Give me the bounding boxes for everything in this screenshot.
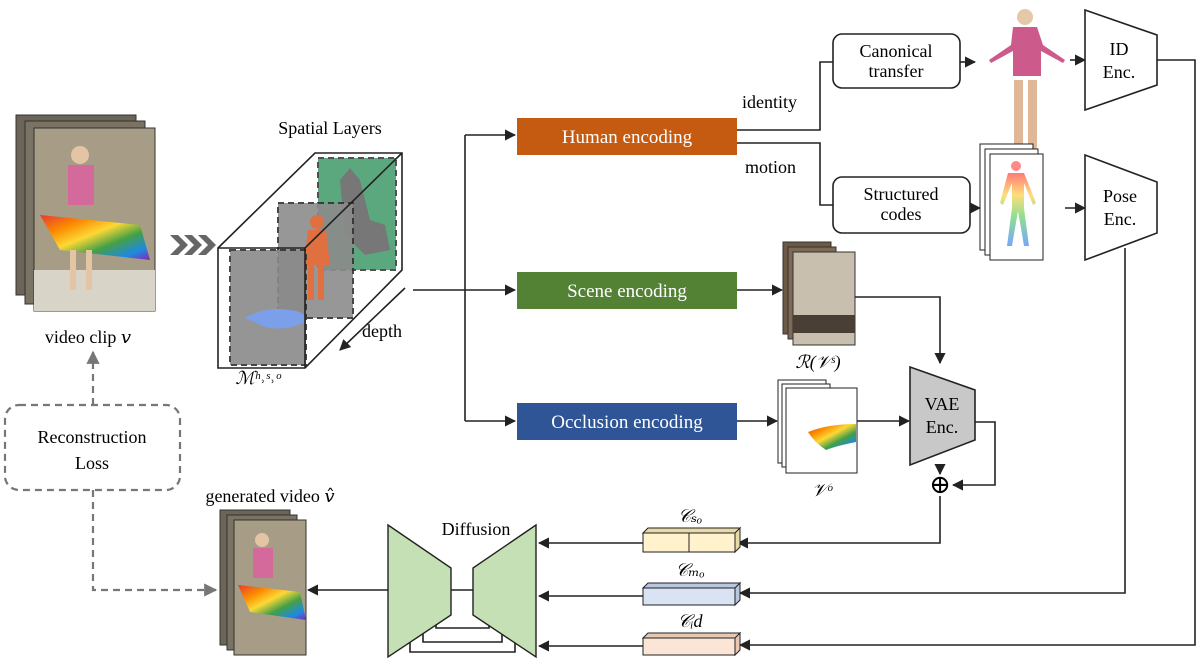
svg-text:Pose: Pose	[1103, 186, 1137, 206]
svg-text:𝒞ᵢd: 𝒞ᵢd	[678, 611, 704, 631]
svg-text:Loss: Loss	[75, 453, 109, 473]
occlusion-feature-stack	[777, 379, 858, 474]
svg-text:ID: ID	[1110, 39, 1129, 59]
svg-text:transfer: transfer	[869, 61, 924, 81]
pose-encoder: Pose Enc.	[1084, 153, 1158, 262]
pipeline-diagram: video clip 𝑣 Spatial Layers ℳʰ˒ˢ˒ᵒ depth…	[3, 8, 1196, 659]
identity-label: identity	[742, 92, 797, 112]
canonical-transfer-block: Canonical transfer	[832, 33, 961, 89]
scene-feature-label: ℛ(𝒱ˢ)	[795, 352, 840, 373]
svg-text:codes: codes	[881, 204, 922, 224]
chevrons-icon	[170, 235, 216, 255]
svg-text:Enc.: Enc.	[1104, 209, 1136, 229]
generated-video-label: generated video 𝑣̂	[205, 486, 334, 506]
depth-label: depth	[362, 321, 402, 341]
svg-text:𝒞ₛₒ: 𝒞ₛₒ	[678, 506, 702, 526]
generated-video-stack	[219, 509, 307, 656]
canonical-human-image	[989, 9, 1065, 150]
condition-mo: 𝒞ₘₒ	[641, 560, 742, 607]
condition-id: 𝒞ᵢd	[641, 611, 742, 657]
motion-label: motion	[745, 157, 796, 177]
structured-codes-block: Structured codes	[832, 176, 971, 234]
svg-text:VAE: VAE	[925, 394, 960, 414]
svg-text:Enc.: Enc.	[926, 417, 958, 437]
scene-feature-stack	[782, 241, 856, 346]
video-clip-label: video clip 𝑣	[45, 327, 131, 347]
svg-text:Human encoding: Human encoding	[562, 127, 693, 148]
occlusion-encoding-block: Occlusion encoding	[517, 403, 737, 440]
svg-text:Structured: Structured	[864, 184, 939, 204]
svg-text:Reconstruction: Reconstruction	[38, 427, 147, 447]
scene-encoding-block: Scene encoding	[517, 272, 737, 309]
svg-text:𝒞ₘₒ: 𝒞ₘₒ	[675, 560, 704, 580]
fanout-line	[413, 135, 466, 421]
occlusion-feature-label: 𝒱ᵒ	[812, 480, 833, 500]
human-encoding-block: Human encoding	[517, 118, 737, 155]
svg-text:Occlusion encoding: Occlusion encoding	[551, 412, 703, 433]
svg-text:Scene encoding: Scene encoding	[567, 281, 687, 302]
video-clip-stack	[15, 114, 156, 312]
diffusion-label: Diffusion	[442, 519, 511, 539]
spatial-layers-title: Spatial Layers	[278, 118, 381, 138]
svg-text:Enc.: Enc.	[1103, 62, 1135, 82]
mask-label: ℳʰ˒ˢ˒ᵒ	[235, 368, 281, 388]
diffusion-unet	[387, 523, 537, 659]
pose-map-stack	[979, 143, 1044, 261]
plus-icon: ⊕	[929, 470, 951, 499]
reconstruction-loss-block: Reconstruction Loss	[3, 403, 182, 492]
vae-encoder: VAE Enc.	[909, 365, 976, 467]
id-encoder: ID Enc.	[1084, 8, 1158, 112]
condition-so: 𝒞ₛₒ	[641, 506, 742, 554]
svg-text:Canonical: Canonical	[860, 41, 933, 61]
